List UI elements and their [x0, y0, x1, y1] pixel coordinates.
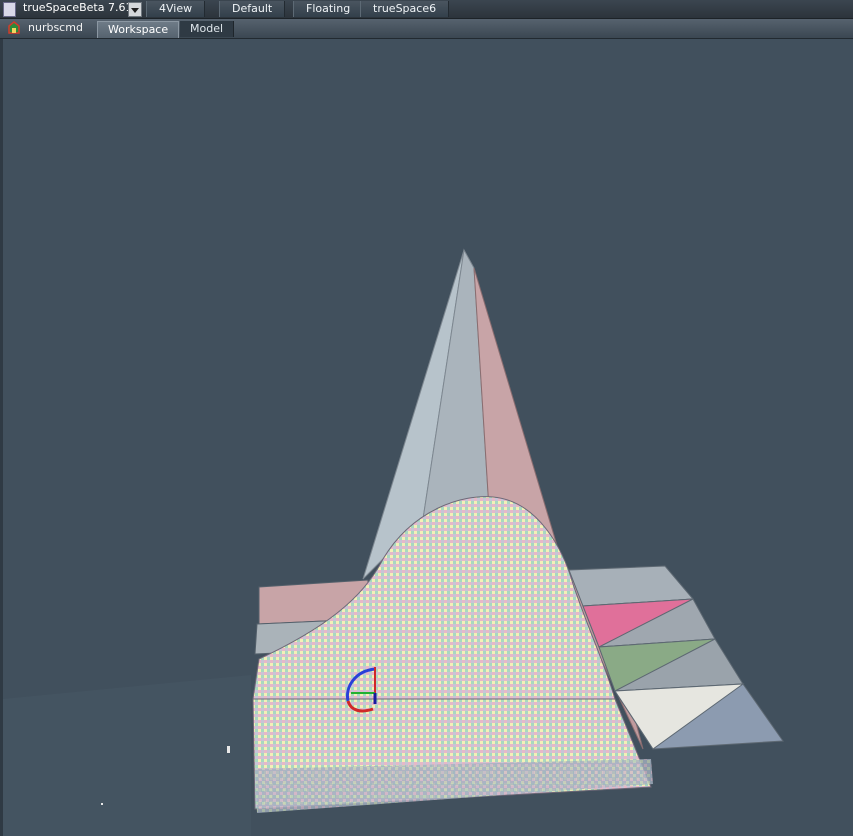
app-title: trueSpaceBeta 7.61	[23, 1, 133, 14]
tab-workspace[interactable]: Workspace	[97, 21, 180, 38]
workspace-tab-bar: nurbscmd Workspace Model	[0, 19, 853, 39]
layout-dropdown-button[interactable]	[128, 2, 142, 17]
node-label[interactable]: nurbscmd	[28, 21, 83, 34]
light-marker	[227, 746, 230, 753]
layout-tab-truespace6[interactable]: trueSpace6	[360, 1, 450, 17]
tab-model[interactable]: Model	[180, 21, 235, 37]
scene-render	[3, 248, 784, 836]
3d-viewport[interactable]	[0, 39, 853, 836]
layout-tab-4view[interactable]: 4View	[146, 1, 206, 17]
point-marker	[101, 803, 103, 805]
title-bar: trueSpaceBeta 7.61 4View Default Floatin…	[0, 0, 853, 19]
floor-grid	[3, 675, 251, 836]
layout-tab-floating[interactable]: Floating	[293, 1, 364, 17]
nurbs-surface	[252, 496, 653, 813]
layout-tab-default[interactable]: Default	[219, 1, 286, 17]
app-icon	[3, 2, 16, 17]
nurbs-node-icon	[8, 21, 20, 34]
